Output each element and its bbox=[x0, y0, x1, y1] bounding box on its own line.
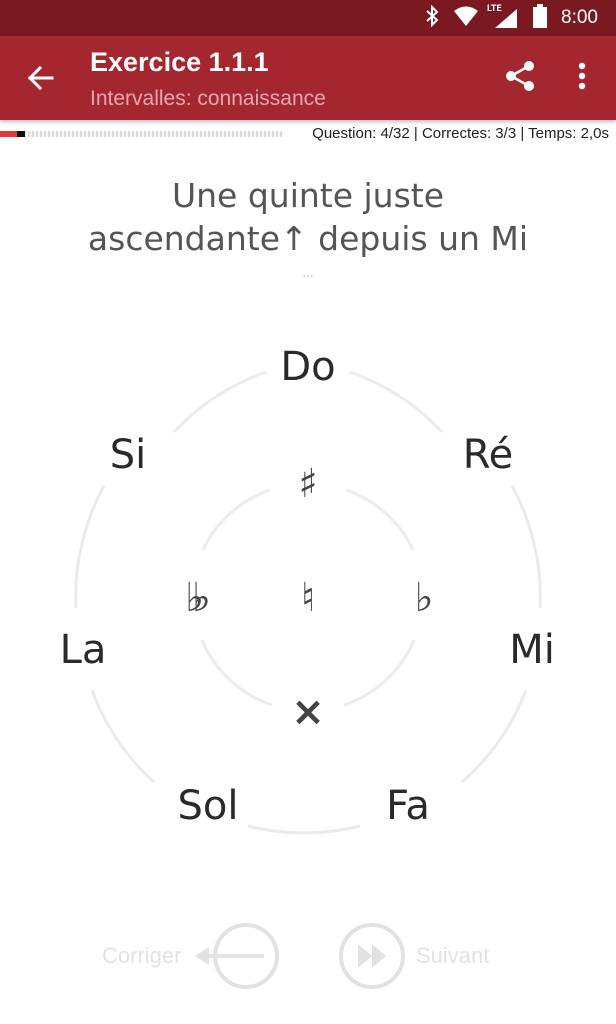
page-title: Exercice 1.1.1 bbox=[90, 47, 269, 77]
more-options-button[interactable] bbox=[560, 56, 604, 100]
share-button[interactable] bbox=[498, 56, 542, 100]
outer-ring-arc bbox=[74, 485, 106, 609]
outer-ring-arc bbox=[461, 689, 528, 784]
more-vert-icon bbox=[578, 62, 586, 94]
signal-icon: LTE bbox=[487, 4, 519, 29]
sharp-button[interactable]: ♯ bbox=[280, 460, 336, 508]
inner-ring-arc bbox=[343, 639, 416, 707]
app-bar: Exercice 1.1.1 Intervalles: connaissance bbox=[0, 36, 616, 120]
note-mi[interactable]: Mi bbox=[477, 627, 587, 673]
double-flat-button[interactable]: ♭♭ bbox=[164, 574, 220, 622]
share-icon bbox=[505, 60, 535, 96]
question-line-1: Une quinte juste bbox=[171, 176, 445, 215]
status-bar: LTE 8:00 bbox=[0, 0, 616, 36]
progress-stats: Question: 4/32 | Correctes: 3/3 | Temps:… bbox=[312, 125, 609, 142]
note-fa[interactable]: Fa bbox=[353, 783, 463, 829]
progress-marker bbox=[17, 131, 25, 137]
note-do[interactable]: Do bbox=[253, 344, 363, 390]
progress-bar bbox=[0, 131, 282, 137]
back-button[interactable] bbox=[18, 58, 62, 102]
bluetooth-icon bbox=[425, 4, 439, 31]
note-re[interactable]: Ré bbox=[433, 432, 543, 478]
double-sharp-button[interactable]: × bbox=[280, 688, 336, 736]
question-text: Une quinte juste ascendante↑ depuis un M… bbox=[0, 174, 616, 260]
network-type-label: LTE bbox=[487, 4, 502, 14]
note-la[interactable]: La bbox=[28, 627, 138, 673]
fast-forward-icon bbox=[338, 922, 406, 994]
outer-ring-arc bbox=[247, 824, 361, 835]
page-subtitle: Intervalles: connaissance bbox=[90, 87, 326, 110]
note-si[interactable]: Si bbox=[73, 432, 183, 478]
status-time: 8:00 bbox=[561, 7, 598, 28]
note-sol[interactable]: Sol bbox=[153, 783, 263, 829]
inner-ring-arc bbox=[201, 488, 271, 551]
outer-ring-arc bbox=[90, 689, 156, 784]
status-icons: LTE 8:00 bbox=[425, 0, 598, 36]
back-circle-icon bbox=[192, 922, 282, 994]
question-ellipsis: ... bbox=[302, 266, 314, 280]
battery-icon bbox=[533, 4, 548, 32]
question-line-2: ascendante↑ depuis un Mi bbox=[87, 219, 529, 258]
wifi-icon bbox=[453, 5, 479, 31]
flat-button[interactable]: ♭ bbox=[396, 574, 452, 622]
correct-button[interactable]: Corriger bbox=[96, 920, 282, 990]
inner-ring-arc bbox=[345, 488, 415, 551]
next-button[interactable]: Suivant bbox=[338, 920, 518, 990]
outer-ring-arc bbox=[510, 485, 542, 609]
back-arrow-icon bbox=[26, 64, 54, 96]
next-label: Suivant bbox=[416, 943, 490, 968]
outer-ring-arc bbox=[349, 370, 444, 434]
natural-button[interactable]: ♮ bbox=[280, 574, 336, 622]
inner-ring-arc bbox=[200, 639, 273, 707]
correct-label: Corriger bbox=[102, 943, 182, 968]
